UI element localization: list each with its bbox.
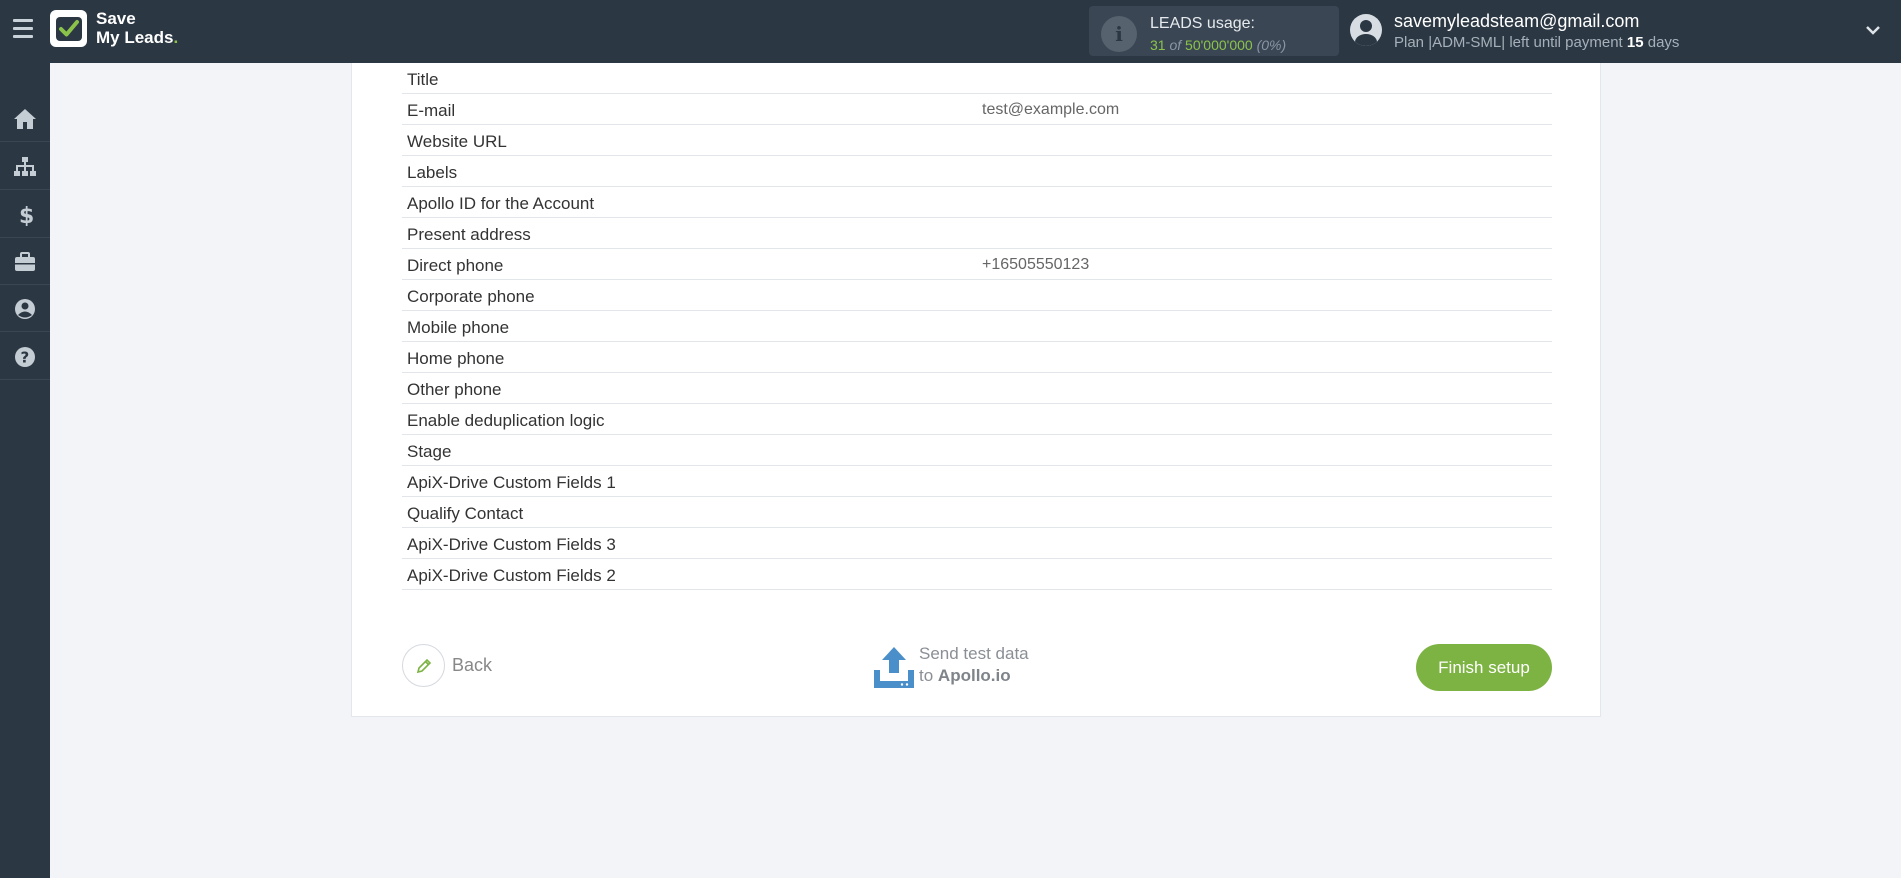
back-label: Back (452, 655, 493, 675)
sidebar-item-home[interactable] (0, 95, 50, 142)
table-row: Present address (402, 218, 1552, 249)
back-button[interactable]: Back (402, 644, 522, 688)
help-icon: ? (15, 347, 35, 367)
table-row: Stage (402, 435, 1552, 466)
table-row: Mobile phone (402, 311, 1552, 342)
field-preview-card: Title E-mail test@example.com Website URL La… (351, 63, 1601, 717)
send-to: to (919, 666, 934, 685)
usage-total: 50'000'000 (1185, 37, 1253, 53)
table-row: Home phone (402, 342, 1552, 373)
field-label: Labels (407, 163, 458, 182)
send-test-data-button[interactable]: Send test data to Apollo.io (873, 641, 1073, 691)
send-line1: Send test data (919, 644, 1029, 663)
field-value: test@example.com (982, 101, 1120, 118)
field-label: E-mail (407, 101, 456, 120)
send-line2: to Apollo.io (919, 666, 1011, 686)
table-row: Labels (402, 156, 1552, 187)
info-icon: i (1101, 16, 1137, 52)
pencil-icon (416, 658, 432, 674)
field-label: Mobile phone (407, 318, 510, 337)
table-row: Website URL (402, 125, 1552, 156)
table-row: Corporate phone (402, 280, 1552, 311)
send-target: Apollo.io (937, 666, 1011, 685)
usage-label: LEADS usage: (1150, 15, 1255, 32)
field-label: Present address (407, 225, 531, 244)
logo-line1: Save (96, 9, 136, 28)
table-row: Direct phone +16505550123 (402, 249, 1552, 280)
field-label: ApiX-Drive Custom Fields 3 (407, 535, 616, 554)
top-bar: Save My Leads. i LEADS usage: 31 of 50'0… (0, 0, 1901, 63)
sidebar-item-connections[interactable] (0, 143, 50, 190)
table-row: Apollo ID for the Account (402, 187, 1552, 218)
field-label: Qualify Contact (407, 504, 524, 523)
table-row: ApiX-Drive Custom Fields 2 (402, 559, 1552, 590)
home-icon (14, 109, 36, 129)
table-row: ApiX-Drive Custom Fields 1 (402, 466, 1552, 497)
field-label: Other phone (407, 380, 502, 399)
field-label: Title (407, 70, 439, 89)
field-label: Stage (407, 442, 452, 461)
field-label: Apollo ID for the Account (407, 194, 595, 213)
plan-days: 15 (1626, 34, 1644, 51)
briefcase-icon (15, 252, 35, 271)
sitemap-icon (14, 157, 36, 176)
table-row: Other phone (402, 373, 1552, 404)
table-row: Enable deduplication logic (402, 404, 1552, 435)
logo-text[interactable]: Save My Leads. (96, 9, 178, 47)
field-label: Enable deduplication logic (407, 411, 605, 430)
avatar-icon (1350, 14, 1382, 46)
chevron-down-icon[interactable] (1866, 23, 1880, 37)
account-email: savemyleadsteam@gmail.com (1394, 11, 1640, 31)
usage-used: 31 (1150, 37, 1166, 53)
dollar-icon: $ (19, 204, 34, 226)
sidebar-item-profile[interactable] (0, 285, 50, 332)
leads-usage-panel: i LEADS usage: 31 of 50'000'000 (0%) (1089, 6, 1339, 56)
field-label: Corporate phone (407, 287, 535, 306)
field-label: ApiX-Drive Custom Fields 1 (407, 473, 616, 492)
logo-line2: My Leads (96, 28, 174, 47)
field-value: +16505550123 (982, 256, 1090, 273)
usage-value: 31 of 50'000'000 (0%) (1150, 37, 1286, 53)
plan-prefix: Plan |ADM-SML| left until payment (1394, 34, 1623, 51)
table-row: E-mail test@example.com (402, 94, 1552, 125)
user-circle-icon (15, 299, 35, 319)
sidebar-item-tools[interactable] (0, 238, 50, 285)
plan-info: Plan |ADM-SML| left until payment 15 day… (1394, 34, 1679, 51)
pencil-icon-circle (402, 644, 445, 687)
field-label: Direct phone (407, 256, 504, 275)
table-row: Title (402, 63, 1552, 94)
upload-icon (874, 647, 914, 688)
table-row: Qualify Contact (402, 497, 1552, 528)
plan-suffix: days (1647, 34, 1680, 51)
field-label: Home phone (407, 349, 505, 368)
finish-setup-button[interactable]: Finish setup (1416, 644, 1552, 691)
menu-icon[interactable] (13, 19, 33, 39)
svg-text:?: ? (21, 349, 30, 367)
logo-icon[interactable] (50, 10, 87, 47)
field-table: Title E-mail test@example.com Website URL La… (402, 63, 1552, 590)
sidebar-item-help[interactable]: ? (0, 333, 50, 380)
field-label: ApiX-Drive Custom Fields 2 (407, 566, 616, 585)
logo-dot: . (173, 28, 179, 47)
table-row: ApiX-Drive Custom Fields 3 (402, 528, 1552, 559)
usage-percent: (0%) (1256, 37, 1287, 53)
sidebar-item-billing[interactable]: $ (0, 191, 50, 238)
svg-text:$: $ (19, 204, 34, 226)
sidebar: $ ? (0, 63, 50, 878)
usage-of: of (1169, 37, 1182, 53)
field-label: Website URL (407, 132, 507, 151)
